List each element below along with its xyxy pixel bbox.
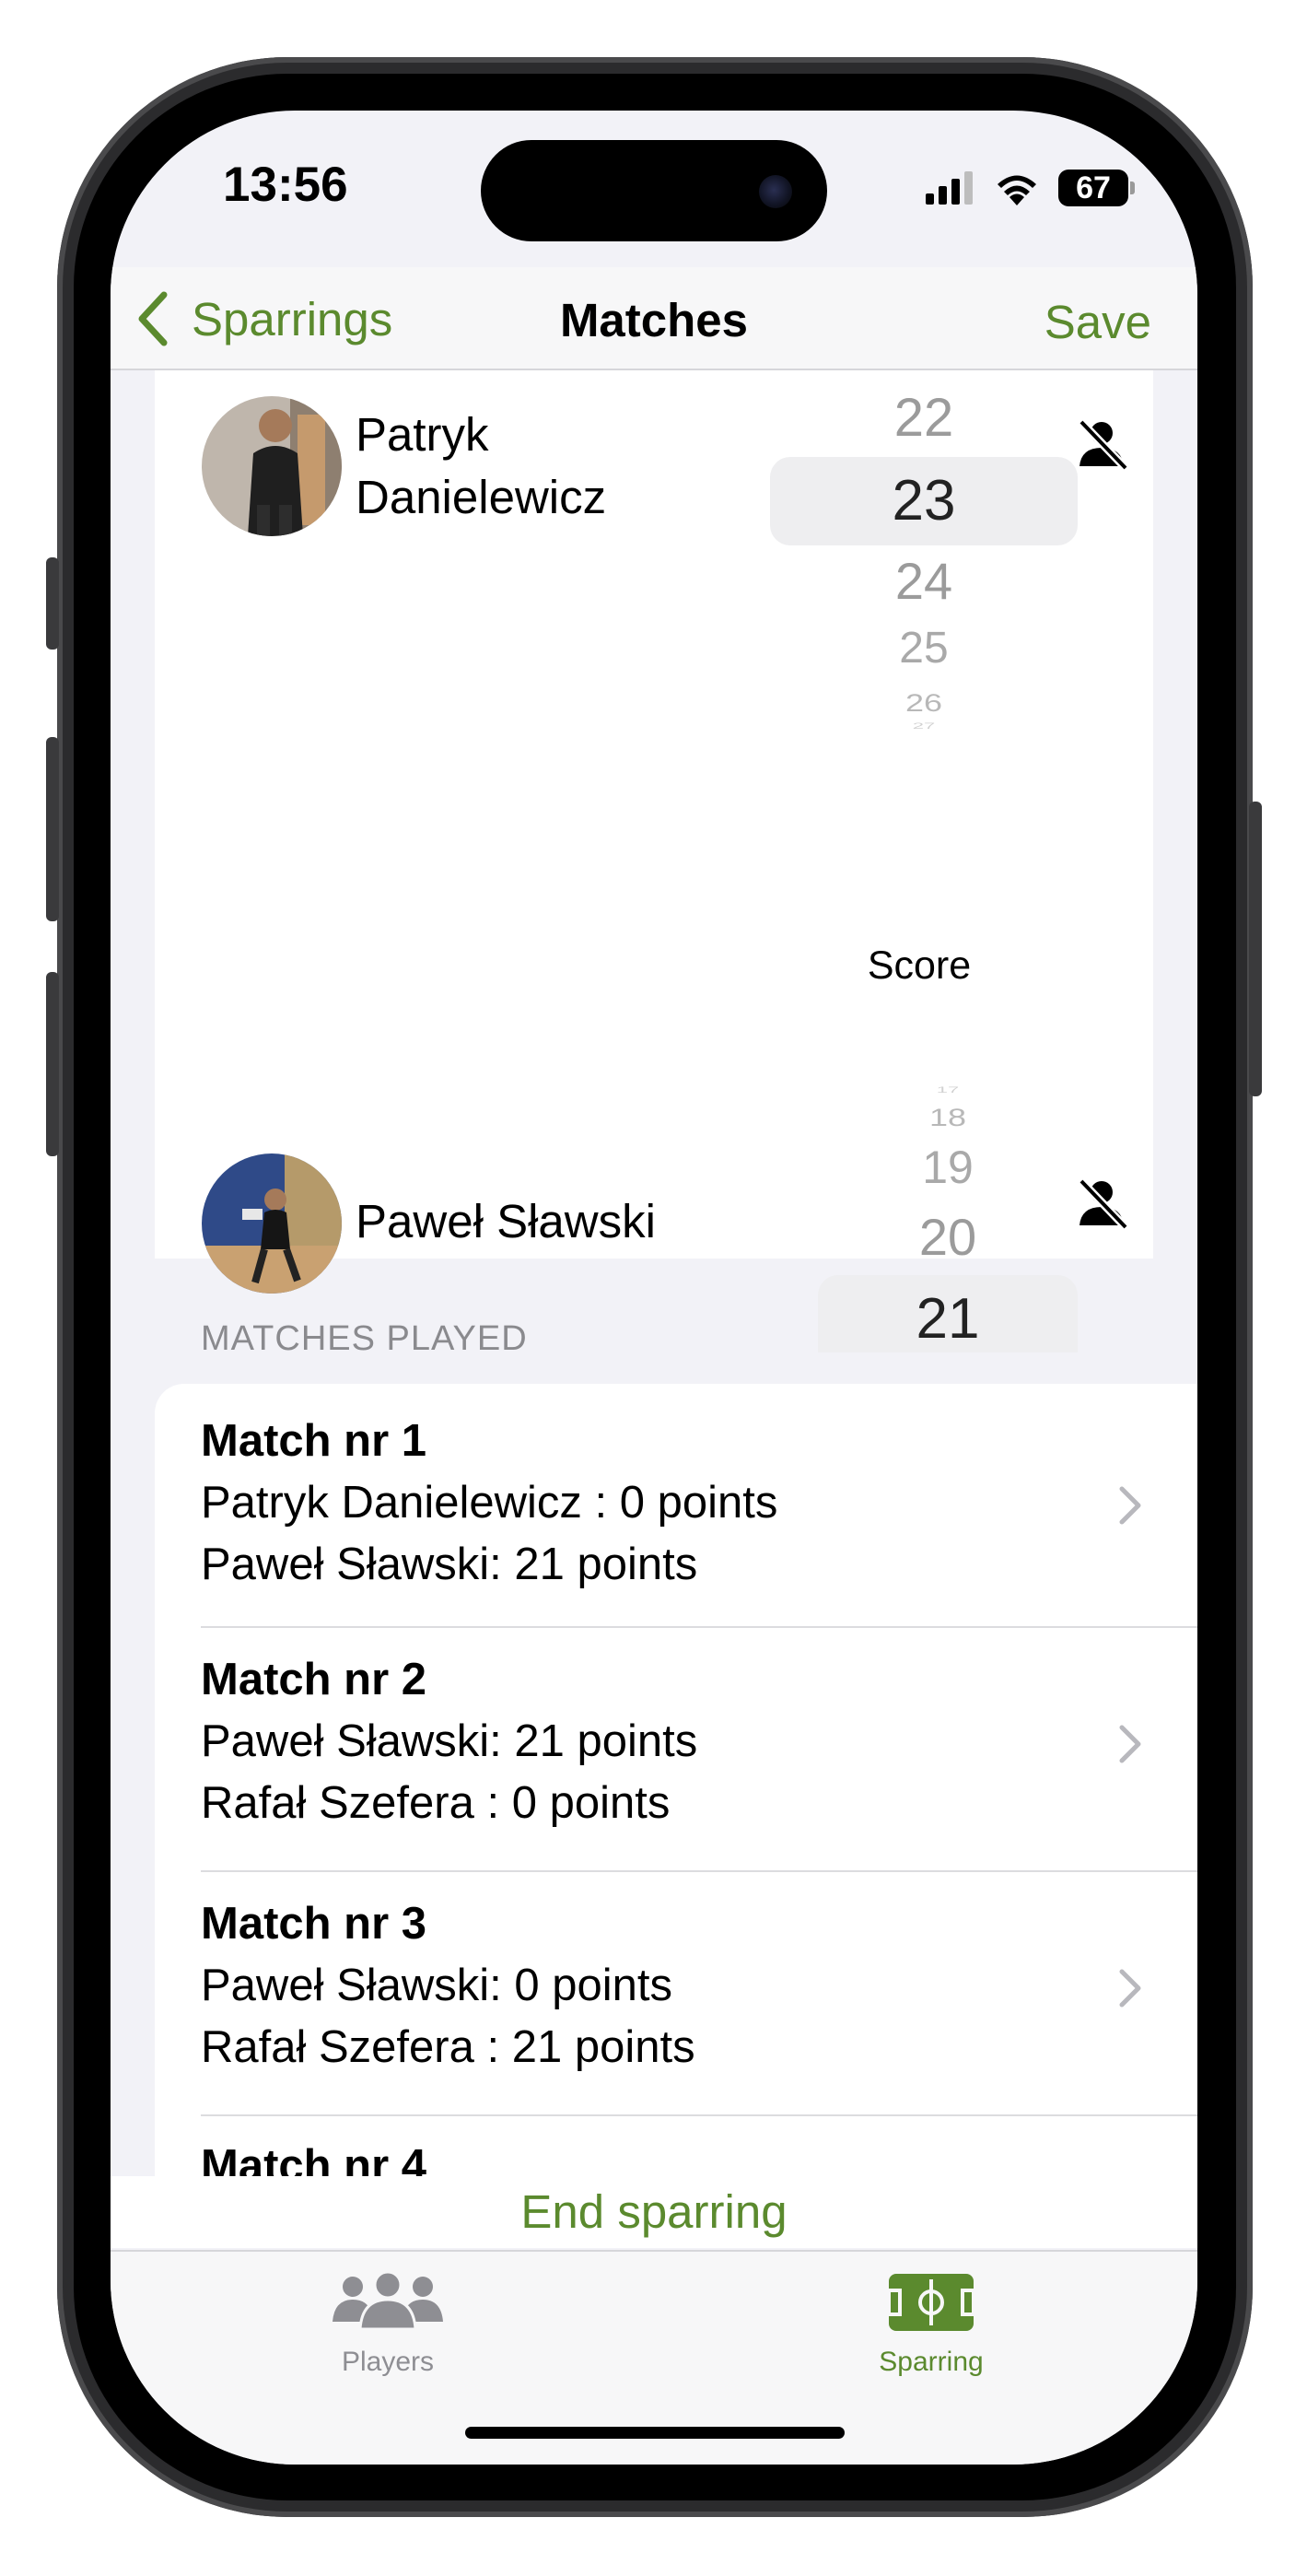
score-label: Score	[867, 943, 972, 988]
match-line: Rafał Szefera : 21 points	[201, 2022, 695, 2072]
match-line: Paweł Sławski: 21 points	[201, 1716, 698, 1766]
chevron-right-icon	[1119, 1486, 1141, 1525]
home-indicator	[465, 2427, 845, 2439]
tab-players-label: Players	[341, 2347, 435, 2377]
person-slash-icon[interactable]	[1076, 1176, 1131, 1231]
battery-level: 67	[1076, 170, 1111, 205]
player2-name: Paweł Sławski	[356, 1195, 656, 1247]
status-time: 13:56	[223, 158, 348, 212]
list-item[interactable]: Match nr 1 Patryk Danielewicz : 0 points…	[155, 1384, 1197, 1628]
screen: 13:56 67 Sparrings Matches Save Patryk D…	[111, 111, 1197, 2465]
camera-icon	[759, 175, 792, 208]
tab-sparring-label: Sparring	[879, 2347, 984, 2377]
action-button	[46, 557, 59, 650]
section-header: MATCHES PLAYED	[201, 1319, 528, 1358]
list-item[interactable]: Match nr 3 Paweł Sławski: 0 points Rafał…	[155, 1872, 1197, 2116]
match-line: Patryk Danielewicz : 0 points	[201, 1478, 778, 1528]
people-icon	[333, 2270, 443, 2331]
person-slash-icon[interactable]	[1076, 416, 1131, 472]
player2-selected-score: 21	[916, 1287, 980, 1351]
wifi-icon	[998, 175, 1036, 205]
chevron-right-icon	[1119, 1969, 1141, 2008]
list-item[interactable]: Match nr 2 Paweł Sławski: 21 points Rafa…	[155, 1628, 1197, 1872]
score-picker-card: Patryk Danielewicz 22 23 24 25 26 27 Sco…	[155, 370, 1153, 1352]
player1-name: Patryk Danielewicz	[356, 408, 607, 523]
score-picker-section: Patryk Danielewicz 22 23 24 25 26 27 Sco…	[111, 370, 1197, 1352]
end-sparring-button[interactable]: End sparring	[111, 2176, 1197, 2248]
match-line: Paweł Sławski: 21 points	[201, 1540, 698, 1589]
matches-list: Match nr 1 Patryk Danielewicz : 0 points…	[155, 1384, 1197, 2176]
tab-bar: Players Sparring	[111, 2250, 1197, 2465]
match-line: Paweł Sławski: 0 points	[201, 1961, 673, 2010]
list-item[interactable]: Match nr 4	[155, 2116, 1197, 2176]
volume-up-button	[46, 737, 59, 921]
volume-down-button	[46, 972, 59, 1156]
picker-value: 26	[904, 688, 943, 717]
chevron-right-icon	[1119, 1725, 1141, 1763]
picker-value: 27	[912, 720, 936, 731]
navigation-bar: Sparrings Matches Save	[111, 267, 1197, 370]
picker-value: 19	[922, 1142, 974, 1193]
player1-selected-score: 23	[892, 469, 956, 533]
page-title: Matches	[559, 294, 749, 346]
picker-value: 20	[918, 1208, 977, 1266]
cellular-signal-icon	[926, 171, 973, 205]
battery-icon: 67	[1058, 170, 1135, 206]
avatar-player1	[202, 396, 342, 536]
field-icon	[887, 2274, 975, 2331]
match-title: Match nr 1	[201, 1416, 427, 1466]
match-line: Rafał Szefera : 0 points	[201, 1778, 671, 1828]
power-button	[1249, 802, 1262, 1096]
picker-value: 18	[928, 1103, 967, 1131]
match-title: Match nr 2	[201, 1655, 427, 1704]
tab-sparring[interactable]: Sparring	[793, 2272, 1069, 2378]
tab-players[interactable]: Players	[250, 2270, 526, 2378]
picker-value: 22	[893, 388, 954, 448]
dynamic-island	[481, 140, 827, 241]
end-sparring-label: End sparring	[520, 2185, 788, 2238]
picker-value: 17	[936, 1084, 960, 1095]
picker-value: 25	[899, 624, 949, 673]
match-title: Match nr 4	[201, 2141, 427, 2176]
save-button[interactable]: Save	[1044, 295, 1151, 349]
picker-value: 24	[894, 552, 953, 610]
avatar-player2	[202, 1153, 342, 1294]
match-title: Match nr 3	[201, 1899, 427, 1949]
status-icons: 67	[926, 164, 1135, 212]
